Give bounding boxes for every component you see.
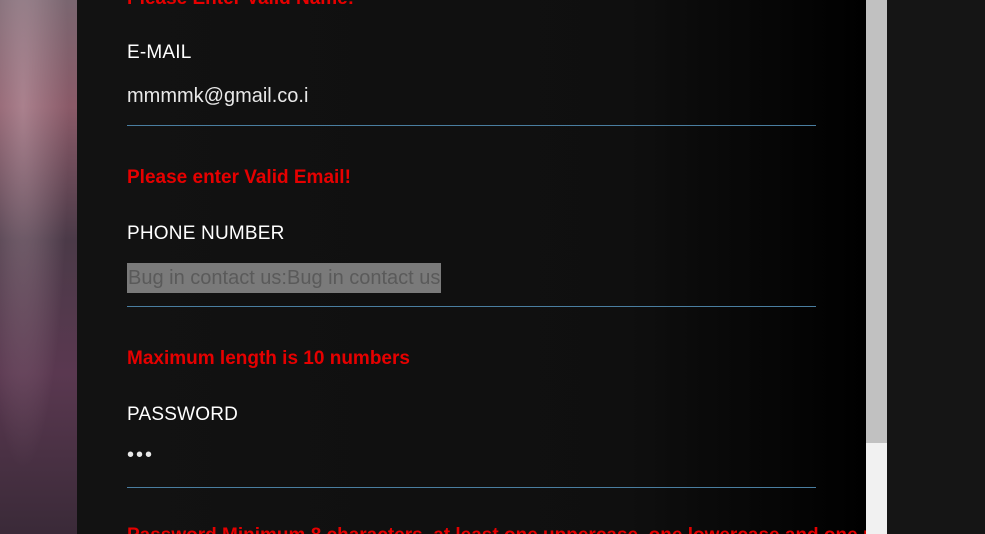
vertical-scrollbar[interactable] — [866, 0, 887, 534]
right-background — [887, 0, 985, 534]
scrollbar-thumb[interactable] — [866, 0, 887, 443]
phone-error-message: Maximum length is 10 numbers — [127, 348, 410, 369]
phone-input[interactable]: Bug in contact us:Bug in contact us — [127, 263, 442, 293]
contact-form-panel: Please Enter Valid Name! E-MAIL mmmmk@gm… — [77, 0, 866, 534]
password-error-message: Password Minimum 8 characters, at least … — [127, 525, 866, 534]
password-input[interactable]: ••• — [127, 444, 154, 467]
phone-underline — [127, 306, 816, 307]
name-error-message: Please Enter Valid Name! — [127, 0, 354, 10]
background-photo — [0, 0, 77, 534]
email-input[interactable]: mmmmk@gmail.co.i — [127, 85, 308, 108]
email-underline — [127, 125, 816, 126]
email-error-message: Please enter Valid Email! — [127, 167, 351, 188]
password-underline — [127, 487, 816, 488]
password-label: PASSWORD — [127, 404, 239, 425]
email-label: E-MAIL — [127, 42, 192, 63]
phone-label: PHONE NUMBER — [127, 223, 285, 244]
